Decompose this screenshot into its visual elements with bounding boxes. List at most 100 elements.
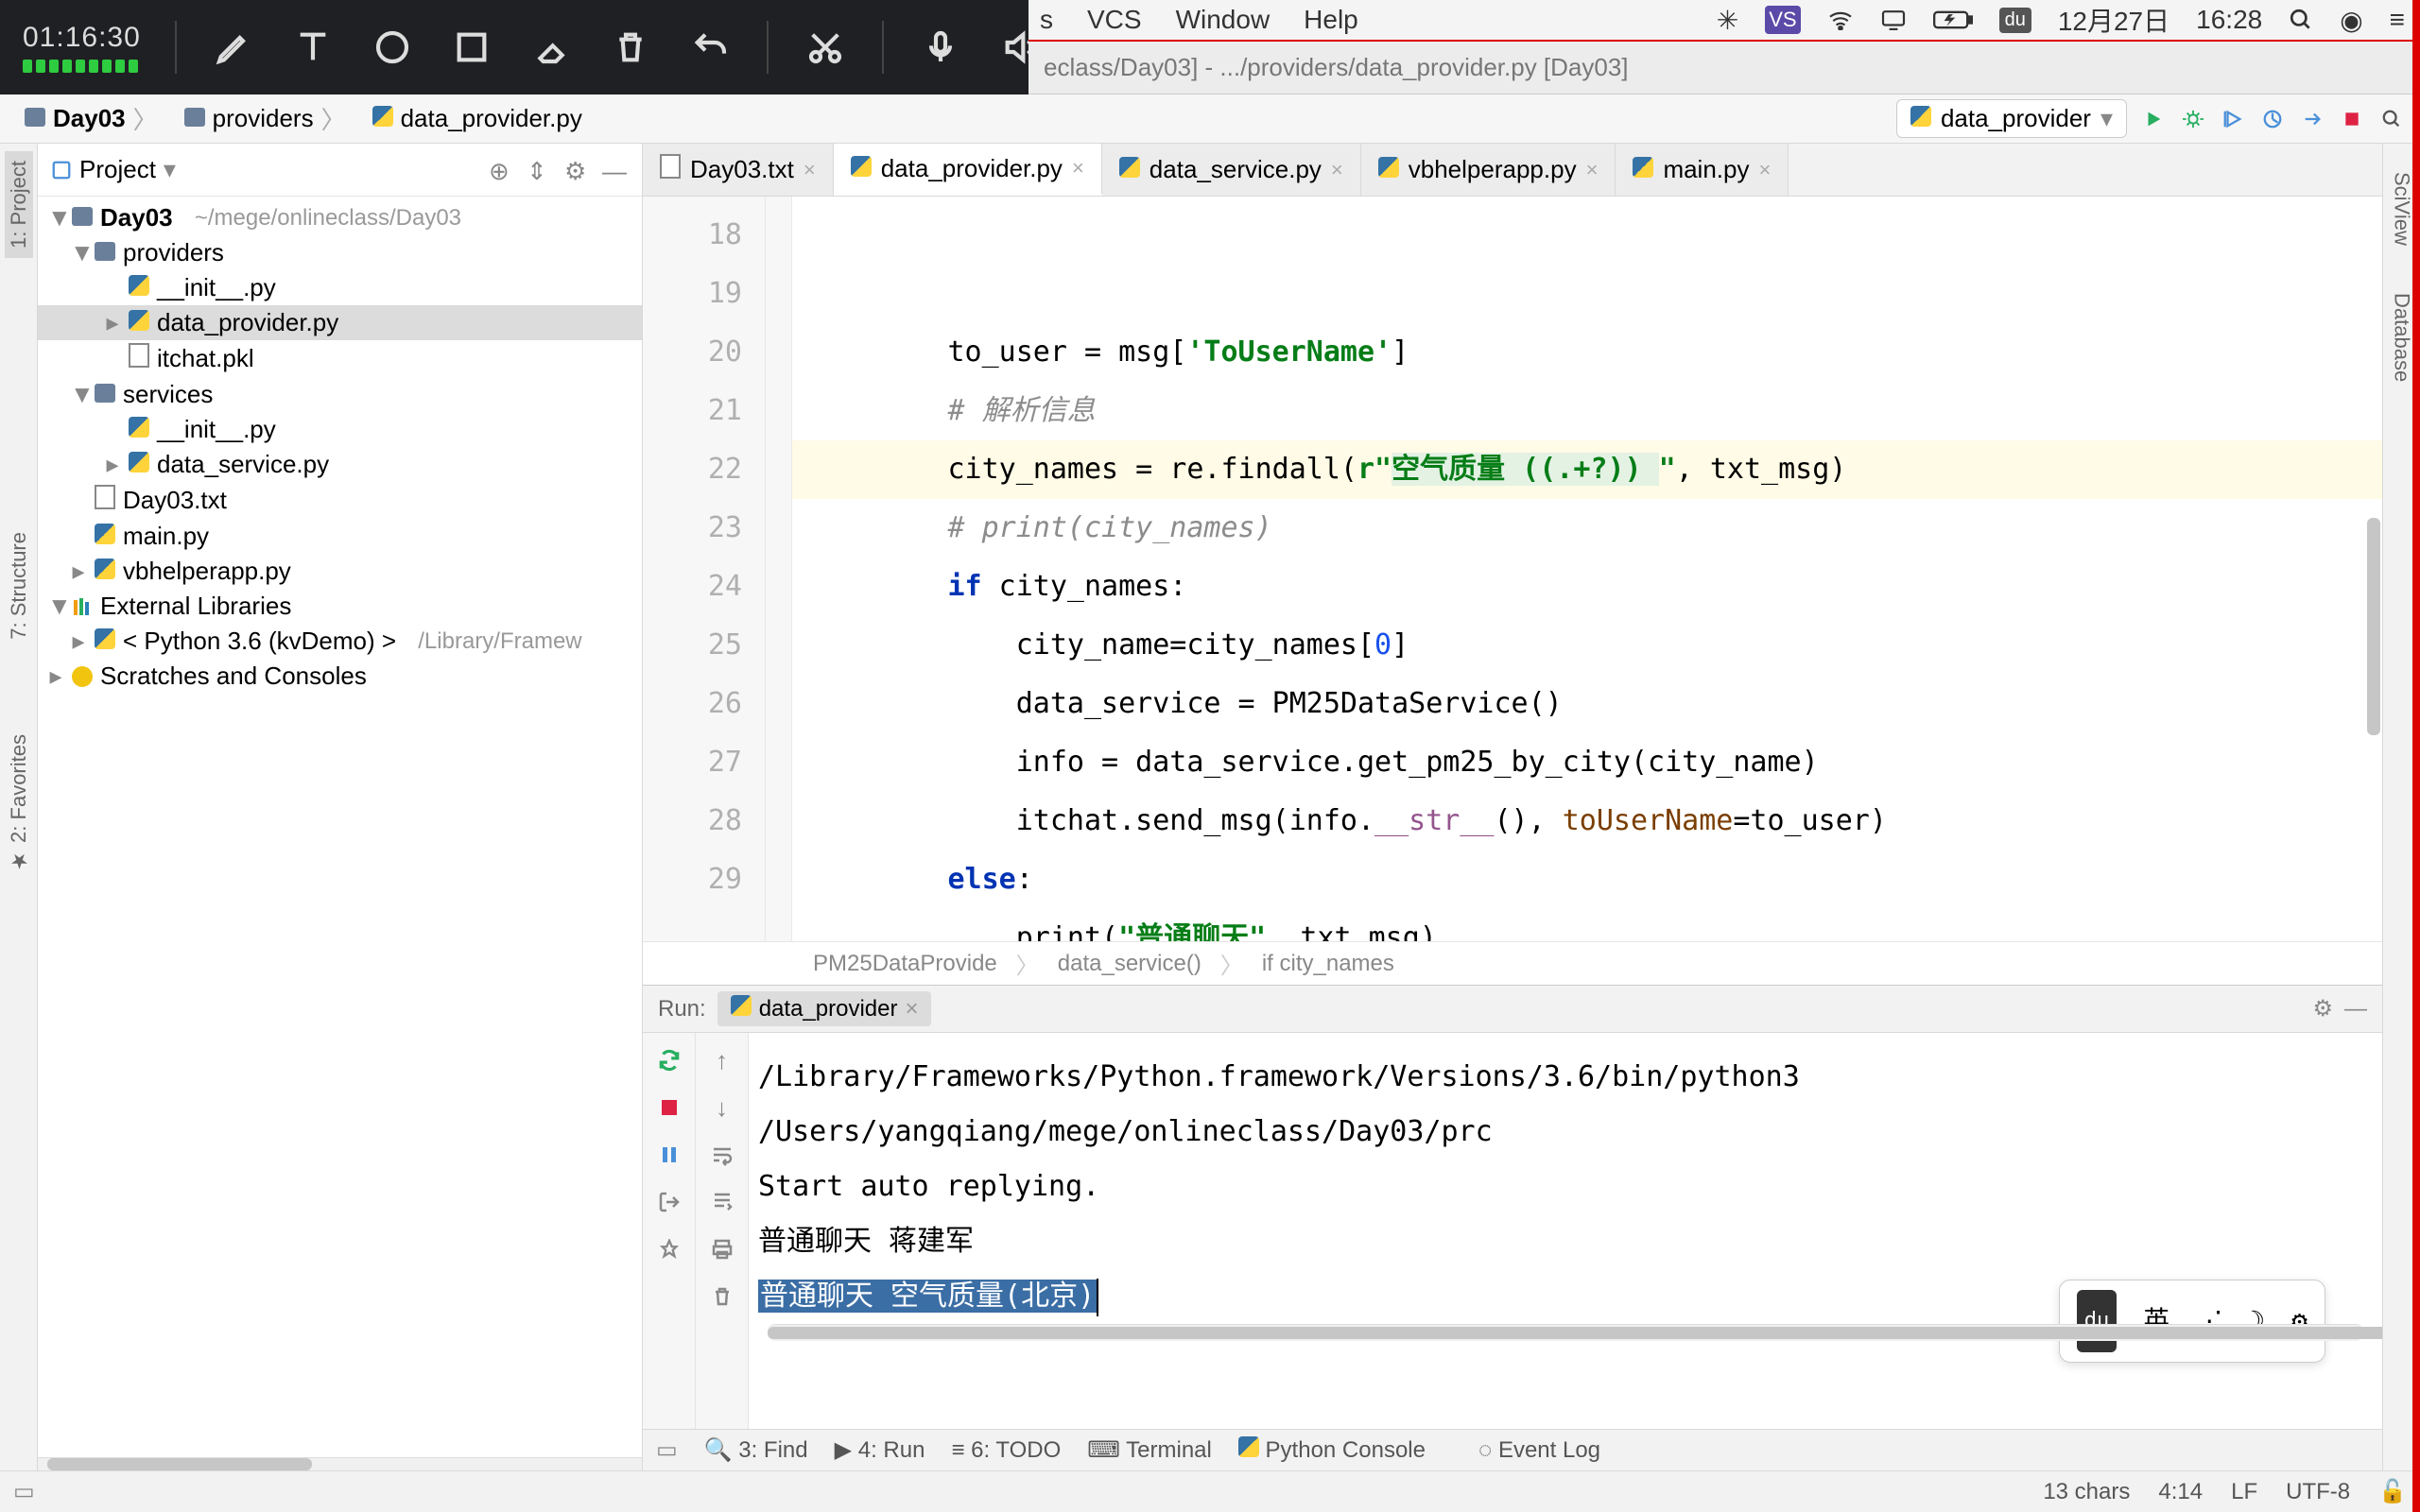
editor-vertical-scrollbar[interactable]	[2367, 518, 2380, 735]
database-tool-tab[interactable]: Database	[2388, 284, 2416, 391]
tab-main[interactable]: main.py×	[1616, 144, 1789, 196]
tree-file[interactable]: main.py	[38, 519, 642, 554]
wifi-icon[interactable]	[1827, 9, 1854, 30]
tree-folder-services[interactable]: ▼services	[38, 377, 642, 412]
crumb-class[interactable]: PM25DataProvide	[813, 951, 997, 977]
eraser-tool-icon[interactable]	[528, 25, 574, 70]
tree-root[interactable]: ▼Day03 ~/mege/onlineclass/Day03	[38, 200, 642, 235]
gear-icon[interactable]: ⚙	[564, 157, 591, 183]
tree-file[interactable]: ▸data_service.py	[38, 447, 642, 482]
trash-tool-icon[interactable]	[608, 25, 653, 70]
tree-folder-providers[interactable]: ▼providers	[38, 235, 642, 270]
ime-toolbar[interactable]: du 英 ⋰ ☽ ⚙	[2059, 1280, 2325, 1363]
event-log-tab[interactable]: ◌ Event Log	[1478, 1437, 1600, 1464]
attach-button[interactable]	[2299, 106, 2325, 132]
run-tab[interactable]: ▶ 4: Run	[835, 1436, 925, 1464]
down-button[interactable]: ↓	[708, 1093, 736, 1122]
breadcrumb-providers[interactable]: providers 〉	[175, 97, 355, 140]
pause-button[interactable]	[655, 1141, 683, 1169]
rerun-button[interactable]	[655, 1046, 683, 1074]
circle-tool-icon[interactable]	[370, 25, 415, 70]
project-tree[interactable]: ▼Day03 ~/mege/onlineclass/Day03 ▼provide…	[38, 197, 642, 1457]
structure-tool-tab[interactable]: 7: Structure	[5, 523, 33, 649]
battery-icon[interactable]	[1933, 9, 1973, 30]
collapse-icon[interactable]: ⇕	[527, 157, 553, 183]
stop-button[interactable]	[655, 1093, 683, 1122]
breadcrumb-root[interactable]: Day03 〉	[15, 97, 167, 140]
crumb-method[interactable]: data_service()	[1058, 951, 1201, 977]
notifications-icon[interactable]: ≡	[2390, 5, 2405, 35]
tab-day03txt[interactable]: Day03.txt×	[643, 144, 834, 196]
code-editor[interactable]: 181920 212223 242526 272829 to_user = ms…	[643, 197, 2382, 941]
python-console-tab[interactable]: Python Console	[1238, 1436, 1426, 1464]
tab-data-service[interactable]: data_service.py×	[1102, 144, 1361, 196]
menu-window[interactable]: Window	[1176, 5, 1270, 35]
sciview-tool-tab[interactable]: SciView	[2388, 163, 2416, 255]
menu-help[interactable]: Help	[1304, 5, 1358, 35]
tree-file[interactable]: __init__.py	[38, 270, 642, 305]
status-encoding[interactable]: UTF-8	[2286, 1479, 2350, 1505]
run-config-selector[interactable]: data_provider ▾	[1896, 99, 2127, 138]
print-button[interactable]	[708, 1235, 736, 1263]
code-content[interactable]: to_user = msg['ToUserName'] # 解析信息 city_…	[792, 197, 2382, 941]
mic-icon[interactable]	[918, 25, 963, 70]
breadcrumb-file[interactable]: data_provider.py	[363, 100, 592, 137]
close-icon[interactable]: ×	[1586, 158, 1599, 182]
clear-button[interactable]	[708, 1282, 736, 1311]
pin-button[interactable]	[655, 1235, 683, 1263]
siri-icon[interactable]: ◉	[2340, 5, 2362, 36]
ime-logo-icon[interactable]: du	[2077, 1290, 2118, 1352]
messages-icon[interactable]: ▭	[656, 1436, 678, 1464]
project-tool-tab[interactable]: 1: Project	[5, 151, 33, 258]
profile-button[interactable]	[2259, 106, 2286, 132]
console-horizontal-scrollbar[interactable]	[768, 1324, 2363, 1341]
status-icon[interactable]: ▭	[13, 1478, 35, 1505]
find-tab[interactable]: 🔍 3: Find	[704, 1436, 808, 1464]
up-button[interactable]: ↑	[708, 1046, 736, 1074]
menubar-date[interactable]: 12月27日	[2058, 1, 2169, 39]
tree-external-libs[interactable]: ▼External Libraries	[38, 589, 642, 624]
text-tool-icon[interactable]	[290, 25, 336, 70]
run-button[interactable]	[2140, 106, 2167, 132]
close-icon[interactable]: ×	[1331, 158, 1343, 182]
todo-tab[interactable]: ≡ 6: TODO	[951, 1437, 1061, 1464]
hide-icon[interactable]: —	[2344, 996, 2367, 1022]
run-tab[interactable]: data_provider ×	[717, 991, 932, 1026]
tree-file[interactable]: itchat.pkl	[38, 340, 642, 377]
status-position[interactable]: 4:14	[2158, 1479, 2203, 1505]
close-icon[interactable]: ×	[1072, 156, 1084, 180]
display-icon[interactable]	[1880, 9, 1907, 30]
search-everywhere-button[interactable]	[2378, 106, 2405, 132]
tab-data-provider[interactable]: data_provider.py×	[834, 144, 1102, 196]
tree-file[interactable]: ▸vbhelperapp.py	[38, 554, 642, 589]
tab-vbhelperapp[interactable]: vbhelperapp.py×	[1361, 144, 1616, 196]
fold-strip[interactable]	[766, 197, 792, 941]
menu-partial[interactable]: s	[1040, 5, 1053, 35]
terminal-tab[interactable]: ⌨ Terminal	[1087, 1436, 1212, 1464]
tree-file-selected[interactable]: ▸data_provider.py	[38, 305, 642, 340]
status-lock-icon[interactable]: 🔓	[2378, 1478, 2407, 1505]
gear-icon[interactable]: ⚙	[2312, 995, 2333, 1022]
spotlight-icon[interactable]	[2289, 8, 2313, 32]
close-icon[interactable]: ×	[1758, 158, 1771, 182]
tree-horizontal-scrollbar[interactable]	[38, 1457, 642, 1470]
tree-file[interactable]: __init__.py	[38, 412, 642, 447]
crumb-block[interactable]: if city_names	[1262, 951, 1394, 977]
project-view-selector[interactable]: Project ▾	[51, 155, 176, 184]
close-icon[interactable]: ×	[804, 158, 816, 182]
exit-button[interactable]	[655, 1188, 683, 1216]
scroll-to-end-button[interactable]	[708, 1188, 736, 1216]
status-line-ending[interactable]: LF	[2231, 1479, 2257, 1505]
favorites-tool-tab[interactable]: ★ 2: Favorites	[5, 725, 33, 882]
tree-file[interactable]: Day03.txt	[38, 482, 642, 519]
vs-icon[interactable]: VS	[1765, 6, 1800, 34]
stop-button[interactable]	[2339, 106, 2365, 132]
tree-scratches[interactable]: ▸Scratches and Consoles	[38, 659, 642, 694]
coverage-button[interactable]	[2220, 106, 2246, 132]
tree-python-env[interactable]: ▸< Python 3.6 (kvDemo) > /Library/Framew	[38, 624, 642, 659]
menu-vcs[interactable]: VCS	[1087, 5, 1142, 35]
pencil-tool-icon[interactable]	[211, 25, 256, 70]
debug-button[interactable]	[2180, 106, 2206, 132]
soft-wrap-button[interactable]	[708, 1141, 736, 1169]
undo-tool-icon[interactable]	[687, 25, 733, 70]
